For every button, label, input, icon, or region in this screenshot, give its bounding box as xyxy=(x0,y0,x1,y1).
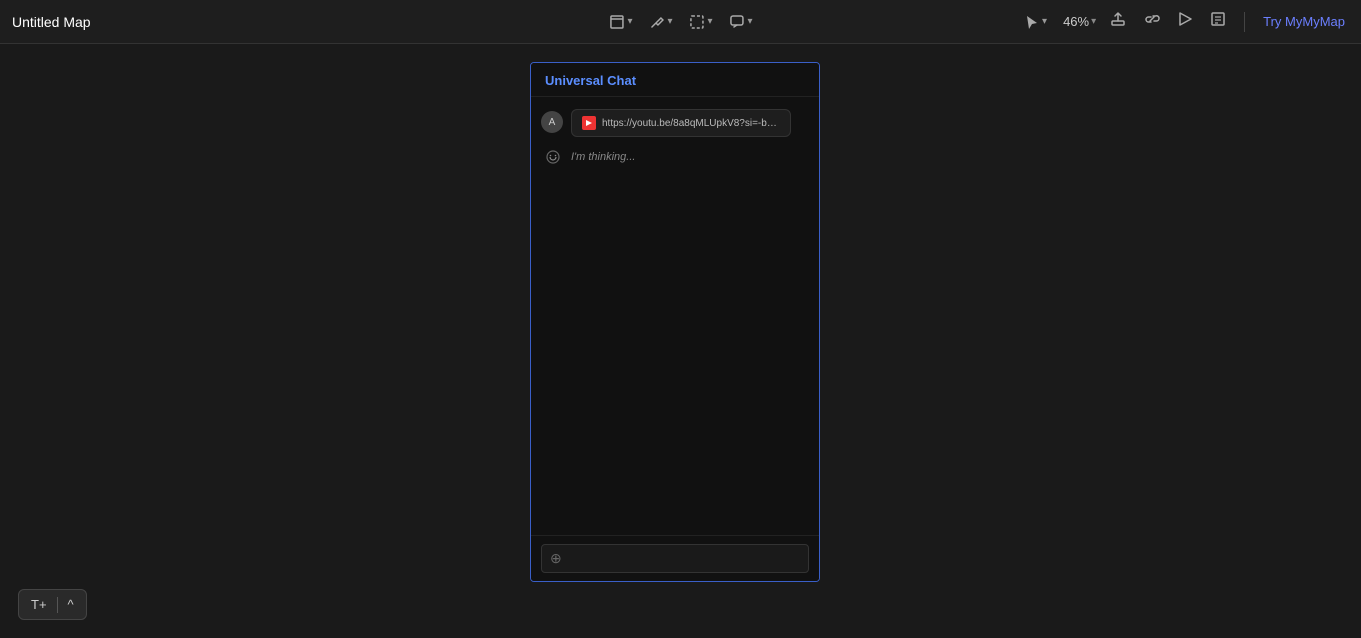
link-url-text: https://youtu.be/8a8qMLUpkV8?si=-boEfTCd… xyxy=(602,118,780,129)
comment-icon xyxy=(729,14,745,30)
pen-tool-button[interactable]: ▾ xyxy=(642,10,678,34)
youtube-link-icon xyxy=(582,116,596,130)
chat-link-bubble[interactable]: https://youtu.be/8a8qMLUpkV8?si=-boEfTCd… xyxy=(571,109,791,137)
chat-input-field[interactable] xyxy=(568,552,800,566)
chevron-up-icon: ^ xyxy=(68,597,74,612)
export-button[interactable] xyxy=(1106,7,1130,36)
select-tool-button[interactable]: ▾ xyxy=(683,10,719,34)
notes-button[interactable] xyxy=(1206,7,1230,36)
ai-thinking-icon xyxy=(545,149,561,165)
chat-body: A https://youtu.be/8a8qMLUpkV8?si=-boEfT… xyxy=(531,97,819,535)
main-canvas: Universal Chat A https://youtu.be/8a8qML… xyxy=(0,44,1361,638)
topbar: Untitled Map ▾ ▾ ▾ xyxy=(0,0,1361,44)
app-title: Untitled Map xyxy=(12,14,91,30)
comment-tool-chevron: ▾ xyxy=(748,16,753,27)
topbar-center-icons: ▾ ▾ ▾ ▾ xyxy=(602,10,758,34)
chat-input-area: ⊕ xyxy=(531,535,819,581)
chat-message-user: A https://youtu.be/8a8qMLUpkV8?si=-boEfT… xyxy=(541,109,809,137)
play-button[interactable] xyxy=(1174,7,1196,36)
play-icon xyxy=(1178,11,1192,27)
pen-icon xyxy=(648,14,664,30)
user-avatar: A xyxy=(541,111,563,133)
chevron-up-button[interactable]: ^ xyxy=(64,595,78,614)
bottom-toolbar-divider xyxy=(57,597,58,613)
export-icon xyxy=(1110,11,1126,27)
link-share-button[interactable] xyxy=(1140,7,1164,36)
text-tool-button[interactable]: T+ xyxy=(27,595,51,614)
chat-add-button[interactable]: ⊕ xyxy=(550,550,562,567)
chat-panel: Universal Chat A https://youtu.be/8a8qML… xyxy=(530,62,820,582)
chat-header: Universal Chat xyxy=(531,63,819,97)
notes-icon xyxy=(1210,11,1226,27)
chat-thinking-row: I'm thinking... xyxy=(541,147,809,167)
play-small-icon xyxy=(585,119,593,127)
text-tool-label: T+ xyxy=(31,597,47,612)
thinking-icon xyxy=(543,147,563,167)
zoom-value: 46% xyxy=(1063,14,1089,29)
frame-icon xyxy=(608,14,624,30)
topbar-right: ▾ 46% ▾ xyxy=(1019,7,1349,36)
zoom-control[interactable]: 46% ▾ xyxy=(1063,14,1096,29)
comment-tool-button[interactable]: ▾ xyxy=(723,10,759,34)
frame-tool-chevron: ▾ xyxy=(627,16,632,27)
zoom-chevron: ▾ xyxy=(1091,16,1096,27)
chat-input-wrapper: ⊕ xyxy=(541,544,809,573)
link-share-icon xyxy=(1144,11,1160,27)
bottom-left-toolbar: T+ ^ xyxy=(18,589,87,620)
frame-tool-button[interactable]: ▾ xyxy=(602,10,638,34)
select-icon xyxy=(689,14,705,30)
thinking-text: I'm thinking... xyxy=(571,151,635,163)
pen-tool-chevron: ▾ xyxy=(667,16,672,27)
select-tool-chevron: ▾ xyxy=(708,16,713,27)
try-mymymap-button[interactable]: Try MyMyMap xyxy=(1259,14,1349,29)
cursor-icon xyxy=(1025,14,1039,30)
topbar-divider xyxy=(1244,12,1245,32)
cursor-tool-button[interactable]: ▾ xyxy=(1019,10,1053,34)
cursor-tool-chevron: ▾ xyxy=(1042,16,1047,27)
